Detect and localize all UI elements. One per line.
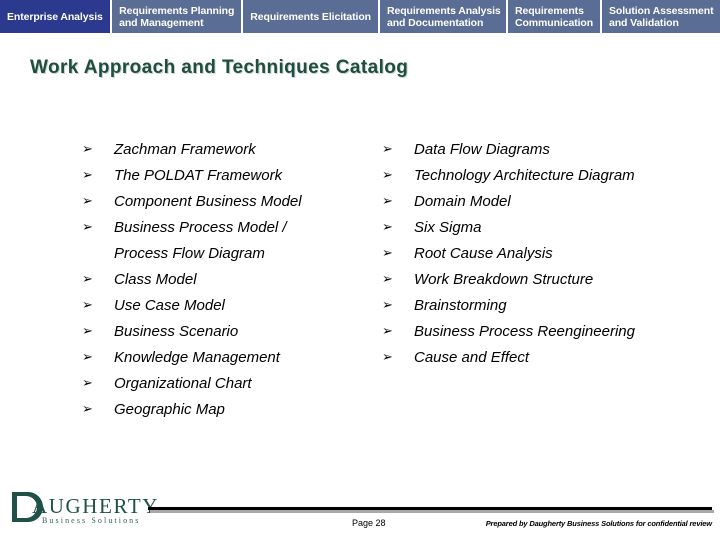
list-item-label: Organizational Chart xyxy=(114,375,252,392)
bullet-arrow-icon: ➢ xyxy=(82,168,93,183)
list-item: ➢ Knowledge Management xyxy=(82,348,372,374)
bullet-arrow-icon: ➢ xyxy=(82,324,93,339)
bullet-arrow-icon: ➢ xyxy=(82,402,93,417)
list-item: ➢ Geographic Map xyxy=(82,400,372,426)
tab-label-line: Requirements Analysis xyxy=(387,4,501,17)
techniques-catalog-content: ➢ Zachman Framework ➢ The POLDAT Framewo… xyxy=(0,140,720,440)
list-item-label: Root Cause Analysis xyxy=(414,245,553,262)
bullet-arrow-icon: ➢ xyxy=(382,350,393,365)
list-item: ➢ Brainstorming xyxy=(382,296,712,322)
list-item: ➢ Use Case Model xyxy=(82,296,372,322)
list-item-label: Work Breakdown Structure xyxy=(414,271,594,288)
logo-tagline: Business Solutions xyxy=(42,516,141,525)
tab-label-line: and Validation xyxy=(609,16,679,29)
bullet-arrow-icon: ➢ xyxy=(82,272,93,287)
list-item-label: Component Business Model xyxy=(114,193,302,210)
tab-requirements-communication[interactable]: Requirements Communication xyxy=(508,0,600,33)
tab-requirements-planning-and-management[interactable]: Requirements Planning and Management xyxy=(112,0,242,33)
list-item: ➢ Business Process Reengineering xyxy=(382,322,712,348)
list-item: ➢ Six Sigma xyxy=(382,218,712,244)
slide-footer: AUGHERTY Business Solutions Page 28 Prep… xyxy=(0,480,720,540)
list-item-label: Knowledge Management xyxy=(114,349,280,366)
techniques-list-left: ➢ Zachman Framework ➢ The POLDAT Framewo… xyxy=(82,140,372,426)
list-item: ➢ Technology Architecture Diagram xyxy=(382,166,712,192)
tab-label-line: and Management xyxy=(119,16,204,29)
tab-label-line: Solution Assessment xyxy=(609,4,714,17)
list-item-label: Data Flow Diagrams xyxy=(414,141,550,158)
list-item: ➢ The POLDAT Framework xyxy=(82,166,372,192)
list-item: ➢ Organizational Chart xyxy=(82,374,372,400)
tab-label-line: Requirements Planning xyxy=(119,4,235,17)
tab-label-line: Enterprise Analysis xyxy=(7,10,103,23)
list-item-label: Domain Model xyxy=(414,193,511,210)
tab-enterprise-analysis[interactable]: Enterprise Analysis xyxy=(0,0,111,33)
tab-label-line: Communication xyxy=(515,16,594,29)
footer-rule xyxy=(148,507,712,510)
techniques-list-right: ➢ Data Flow Diagrams ➢ Technology Archit… xyxy=(382,140,712,374)
page-title: Work Approach and Techniques Catalog xyxy=(30,57,409,78)
list-item-label: Business Scenario xyxy=(114,323,239,340)
bullet-arrow-icon: ➢ xyxy=(82,298,93,313)
list-item-label: Cause and Effect xyxy=(414,349,530,366)
page-number: Page 28 xyxy=(352,518,386,528)
list-item-label: Use Case Model xyxy=(114,297,225,314)
list-item: ➢ Zachman Framework xyxy=(82,140,372,166)
list-item: ➢ Business Scenario xyxy=(82,322,372,348)
list-item-label: Business Process Model / xyxy=(114,219,287,236)
bullet-arrow-icon: ➢ xyxy=(82,376,93,391)
list-item: ➢ Component Business Model xyxy=(82,192,372,218)
list-item-label: The POLDAT Framework xyxy=(114,167,283,184)
footer-rule-shadow xyxy=(150,510,714,513)
daugherty-logo: AUGHERTY Business Solutions xyxy=(10,488,157,532)
bullet-arrow-icon: ➢ xyxy=(382,324,393,339)
list-item-continuation: Process Flow Diagram xyxy=(82,244,372,270)
bullet-arrow-icon: ➢ xyxy=(382,194,393,209)
list-item-label: Zachman Framework xyxy=(114,141,256,158)
tab-label-line: Requirements xyxy=(515,4,584,17)
list-item: ➢ Data Flow Diagrams xyxy=(382,140,712,166)
bullet-arrow-icon: ➢ xyxy=(382,298,393,313)
list-item-label: Brainstorming xyxy=(414,297,507,314)
list-item: ➢ Domain Model xyxy=(382,192,712,218)
bullet-arrow-icon: ➢ xyxy=(82,350,93,365)
list-item-label: Technology Architecture Diagram xyxy=(414,167,635,184)
navigation-tab-bar: Enterprise Analysis Requirements Plannin… xyxy=(0,0,720,33)
bullet-arrow-icon: ➢ xyxy=(382,220,393,235)
list-item-label: Business Process Reengineering xyxy=(414,323,635,340)
bullet-arrow-icon: ➢ xyxy=(82,142,93,157)
bullet-arrow-icon: ➢ xyxy=(382,246,393,261)
list-item-label: Geographic Map xyxy=(114,401,225,418)
list-item: ➢ Class Model xyxy=(82,270,372,296)
bullet-arrow-icon: ➢ xyxy=(82,220,93,235)
list-item: ➢ Work Breakdown Structure xyxy=(382,270,712,296)
tab-requirements-analysis-and-documentation[interactable]: Requirements Analysis and Documentation xyxy=(380,0,506,33)
list-item: ➢ Root Cause Analysis xyxy=(382,244,712,270)
bullet-arrow-icon: ➢ xyxy=(382,142,393,157)
tab-label-line: Requirements Elicitation xyxy=(250,10,371,23)
bullet-arrow-icon: ➢ xyxy=(382,168,393,183)
list-item: ➢ Business Process Model / xyxy=(82,218,372,244)
confidentiality-note: Prepared by Daugherty Business Solutions… xyxy=(485,519,712,528)
list-item-label: Process Flow Diagram xyxy=(114,245,265,262)
bullet-arrow-icon: ➢ xyxy=(82,194,93,209)
tab-solution-assessment-and-validation[interactable]: Solution Assessment and Validation xyxy=(602,0,720,33)
tab-requirements-elicitation[interactable]: Requirements Elicitation xyxy=(243,0,378,33)
list-item-label: Class Model xyxy=(114,271,197,288)
tab-label-line: and Documentation xyxy=(387,16,484,29)
list-item-label: Six Sigma xyxy=(414,219,482,236)
list-item: ➢ Cause and Effect xyxy=(382,348,712,374)
bullet-arrow-icon: ➢ xyxy=(382,272,393,287)
